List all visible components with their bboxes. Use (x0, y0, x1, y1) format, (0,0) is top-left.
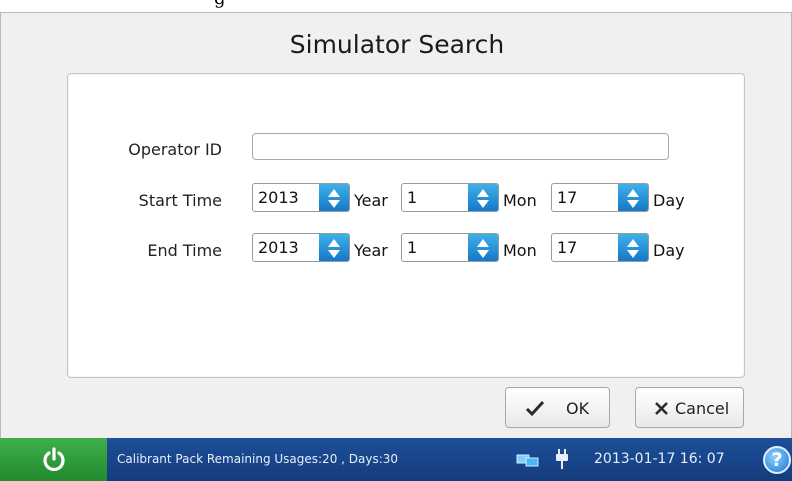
end-year-spin-arrows-icon[interactable] (319, 234, 349, 261)
end-day-unit: Day (653, 241, 685, 260)
ok-label: OK (566, 399, 590, 418)
start-day-spin-arrows-icon[interactable] (618, 184, 648, 211)
cancel-button[interactable]: Cancel (635, 387, 744, 428)
start-year-spin-arrows-icon[interactable] (319, 184, 349, 211)
check-icon (525, 400, 545, 417)
ok-button[interactable]: OK (505, 387, 610, 428)
status-bar: Calibrant Pack Remaining Usages:20 , Day… (0, 438, 792, 481)
operator-id-input[interactable] (252, 133, 669, 160)
start-month-spin-arrows-icon[interactable] (468, 184, 498, 211)
end-month-unit: Mon (503, 241, 537, 260)
start-time-label: Start Time (138, 191, 222, 210)
end-day-spin-arrows-icon[interactable] (618, 234, 648, 261)
start-day-spinbox[interactable]: 17 (551, 183, 649, 212)
end-time-label: End Time (147, 241, 222, 260)
top-strip-text: g (214, 0, 226, 9)
dialog-window: Simulator Search Operator ID Start Time … (0, 12, 792, 438)
network-icon (516, 454, 539, 467)
help-icon: ? (771, 449, 783, 471)
status-message: Calibrant Pack Remaining Usages:20 , Day… (117, 452, 399, 466)
end-day-spinbox[interactable]: 17 (551, 233, 649, 262)
end-month-spinbox[interactable]: 1 (401, 233, 499, 262)
power-button[interactable] (0, 438, 107, 481)
end-day-value: 17 (557, 238, 578, 257)
power-icon (43, 447, 65, 472)
top-strip: g (0, 0, 792, 12)
date-time: 2013-01-17 16: 07 (594, 451, 725, 467)
operator-id-label: Operator ID (128, 140, 222, 159)
start-year-value: 2013 (258, 188, 299, 207)
help-button[interactable]: ? (763, 446, 791, 474)
end-year-spinbox[interactable]: 2013 (252, 233, 350, 262)
start-year-spinbox[interactable]: 2013 (252, 183, 350, 212)
end-month-value: 1 (407, 238, 418, 257)
end-month-spin-arrows-icon[interactable] (468, 234, 498, 261)
search-form-panel: Operator ID Start Time 2013 Year 1 Mon 1… (67, 73, 745, 378)
start-month-unit: Mon (503, 191, 537, 210)
start-day-value: 17 (557, 188, 578, 207)
end-year-unit: Year (354, 241, 388, 260)
dialog-title: Simulator Search (289, 30, 505, 59)
plug-icon (556, 449, 568, 469)
start-month-spinbox[interactable]: 1 (401, 183, 499, 212)
start-month-value: 1 (407, 188, 418, 207)
start-year-unit: Year (354, 191, 388, 210)
start-day-unit: Day (653, 191, 685, 210)
end-year-value: 2013 (258, 238, 299, 257)
x-icon (655, 402, 668, 415)
cancel-label: Cancel (675, 399, 730, 418)
